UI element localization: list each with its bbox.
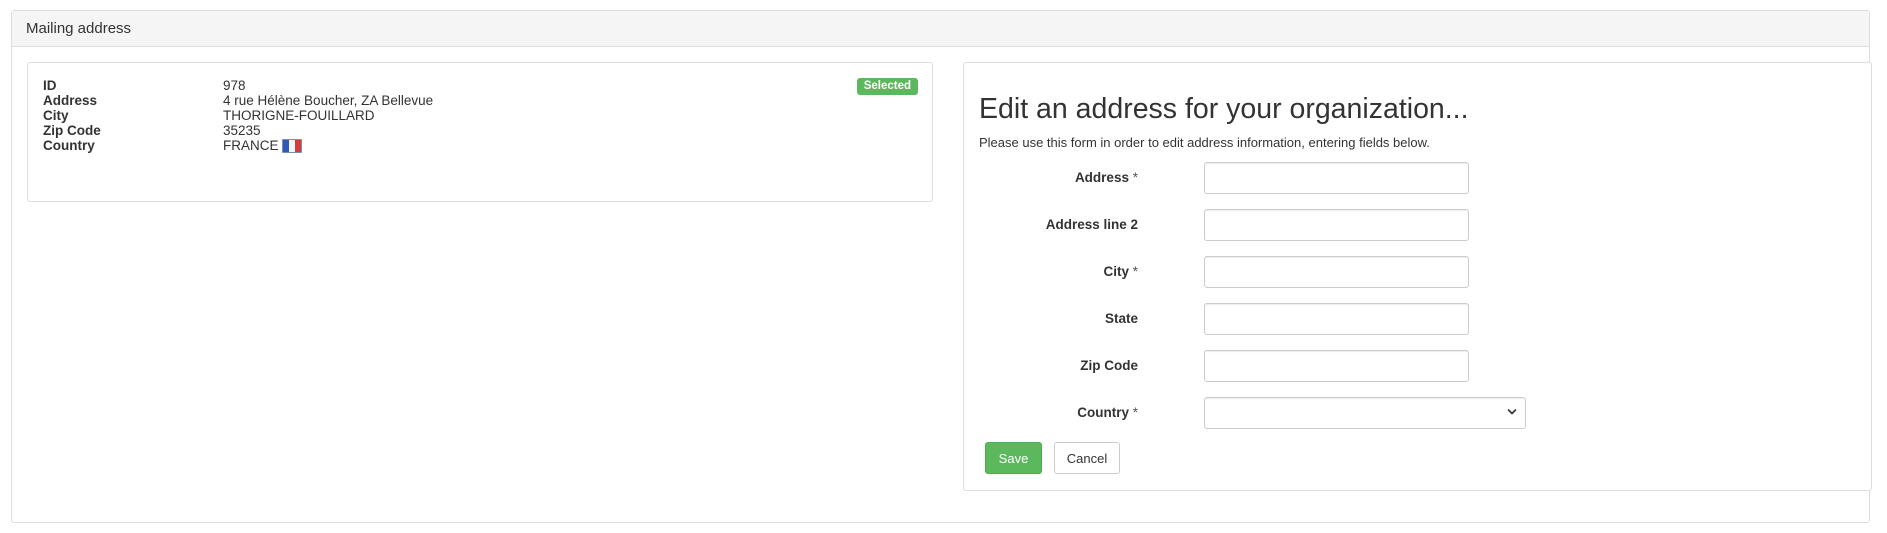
country-name: FRANCE bbox=[223, 138, 279, 153]
info-value-country: FRANCE bbox=[223, 138, 302, 153]
form-title: Edit an address for your organization... bbox=[979, 93, 1469, 125]
required-marker: * bbox=[1132, 405, 1138, 420]
zip-input[interactable] bbox=[1204, 350, 1469, 382]
info-value: 35235 bbox=[223, 123, 261, 138]
form-row-city: City * bbox=[964, 256, 1871, 288]
cancel-button[interactable]: Cancel bbox=[1054, 442, 1120, 474]
address2-label: Address line 2 bbox=[1045, 217, 1138, 232]
city-input[interactable] bbox=[1204, 256, 1469, 288]
info-value: THORIGNE-FOUILLARD bbox=[223, 108, 375, 123]
form-row-state: State bbox=[964, 303, 1871, 335]
info-label: City bbox=[43, 108, 69, 123]
country-select[interactable] bbox=[1204, 397, 1526, 429]
info-value: 4 rue Hélène Boucher, ZA Bellevue bbox=[223, 93, 434, 108]
form-row-address: Address * bbox=[964, 162, 1871, 194]
edit-address-form: Edit an address for your organization...… bbox=[963, 62, 1872, 491]
form-row-address2: Address line 2 bbox=[964, 209, 1871, 241]
save-button[interactable]: Save bbox=[985, 442, 1042, 474]
form-row-zip: Zip Code bbox=[964, 350, 1871, 382]
info-label: Address bbox=[43, 93, 98, 108]
chevron-down-icon bbox=[1507, 409, 1517, 415]
state-label: State bbox=[1104, 311, 1138, 326]
required-marker: * bbox=[1132, 264, 1138, 279]
address-label: Address * bbox=[1074, 170, 1138, 185]
panel-heading: Mailing address bbox=[12, 11, 1869, 47]
info-label: ID bbox=[43, 78, 57, 93]
country-label: Country * bbox=[1077, 405, 1138, 420]
info-label: Country bbox=[43, 138, 95, 153]
state-input[interactable] bbox=[1204, 303, 1469, 335]
form-row-country: Country * bbox=[964, 397, 1871, 429]
form-subtitle: Please use this form in order to edit ad… bbox=[979, 135, 1430, 150]
address-input[interactable] bbox=[1204, 162, 1469, 194]
zip-label: Zip Code bbox=[1080, 358, 1138, 373]
info-label: Zip Code bbox=[43, 123, 101, 138]
required-marker: * bbox=[1132, 170, 1138, 185]
city-label: City * bbox=[1103, 264, 1138, 279]
france-flag-icon bbox=[281, 139, 302, 153]
info-value: 978 bbox=[223, 78, 246, 93]
current-address-card: Selected ID 978 Address 4 rue Hélène Bou… bbox=[27, 62, 933, 202]
selected-badge: Selected bbox=[856, 78, 918, 95]
address2-input[interactable] bbox=[1204, 209, 1469, 241]
